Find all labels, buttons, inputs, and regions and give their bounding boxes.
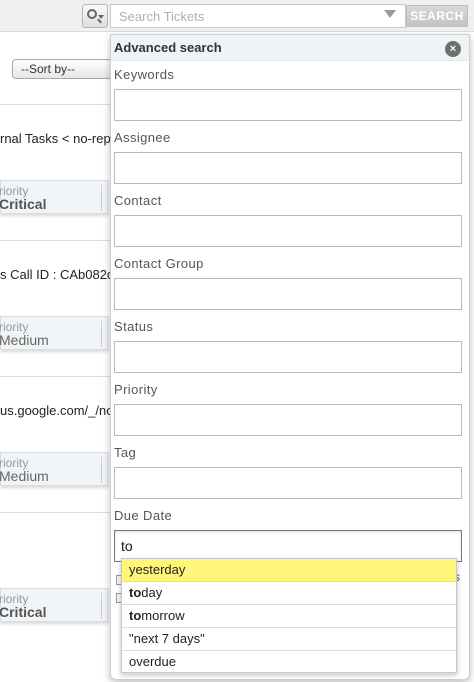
ticket-card[interactable]: s Call ID : CAb082d7 riority Medium [0,240,120,358]
ticket-meta: riority Medium [0,452,108,486]
autocomplete-rest: day [141,585,163,600]
search-icon [87,9,97,19]
ticket-subject: s Call ID : CAb082d7 [0,267,120,282]
status-label: Status [114,319,154,334]
autocomplete-option-overdue[interactable]: overdue [122,651,456,674]
ticket-meta: riority Critical [0,180,108,214]
autocomplete-match: to [129,585,142,600]
close-icon[interactable]: × [445,41,461,57]
top-search-bar: SEARCH [0,0,474,32]
status-input[interactable] [114,341,462,373]
priority-label: Priority [114,382,158,397]
meta-divider [101,321,102,347]
tag-input[interactable] [114,467,462,499]
autocomplete-option-tomorrow[interactable]: tomorrow [122,605,456,628]
contact-label: Contact [114,193,162,208]
priority-value: Medium [0,468,49,484]
due-date-label: Due Date [114,508,173,523]
autocomplete-option-today[interactable]: today [122,582,456,605]
contact-group-input[interactable] [114,278,462,310]
ticket-subject: us.google.com/_/not [0,403,118,418]
due-date-autocomplete: yesterday today tomorrow "next 7 days" o… [121,558,457,674]
autocomplete-rest: overdue [129,654,176,669]
priority-input[interactable] [114,404,462,436]
tag-label: Tag [114,445,137,460]
autocomplete-rest: yesterday [129,562,186,577]
ticket-card[interactable]: us.google.com/_/not riority Medium [0,376,120,494]
priority-value: Medium [0,332,49,348]
chevron-down-icon [98,15,104,19]
keywords-label: Keywords [114,67,175,82]
keywords-input[interactable] [114,89,462,121]
ticket-meta: riority Medium [0,316,108,350]
search-input[interactable] [110,4,406,28]
autocomplete-rest: morrow [141,608,185,623]
contact-group-label: Contact Group [114,256,204,271]
autocomplete-rest: "next 7 days" [129,631,205,646]
meta-divider [101,185,102,211]
priority-value: Critical [0,196,47,212]
advanced-search-title: Advanced search [114,40,222,55]
search-type-dropdown[interactable] [82,4,108,28]
search-button[interactable]: SEARCH [406,5,468,27]
autocomplete-match: to [129,608,142,623]
assignee-input[interactable] [114,152,462,184]
assignee-label: Assignee [114,130,171,145]
sort-by-select[interactable]: --Sort by-- [12,59,112,79]
contact-input[interactable] [114,215,462,247]
ticket-meta: riority Critical [0,588,108,622]
advanced-search-header: Advanced search × [111,35,469,61]
meta-divider [101,457,102,483]
advanced-search-toggle-icon[interactable] [384,10,396,18]
ticket-card[interactable]: riority Critical [0,512,120,630]
autocomplete-option-next-7-days[interactable]: "next 7 days" [122,628,456,651]
ticket-subject: rnal Tasks < no-reply [0,131,120,146]
autocomplete-option-yesterday[interactable]: yesterday [122,559,456,582]
ticket-card[interactable]: rnal Tasks < no-reply riority Critical [0,104,120,222]
priority-value: Critical [0,604,47,620]
meta-divider [101,593,102,619]
